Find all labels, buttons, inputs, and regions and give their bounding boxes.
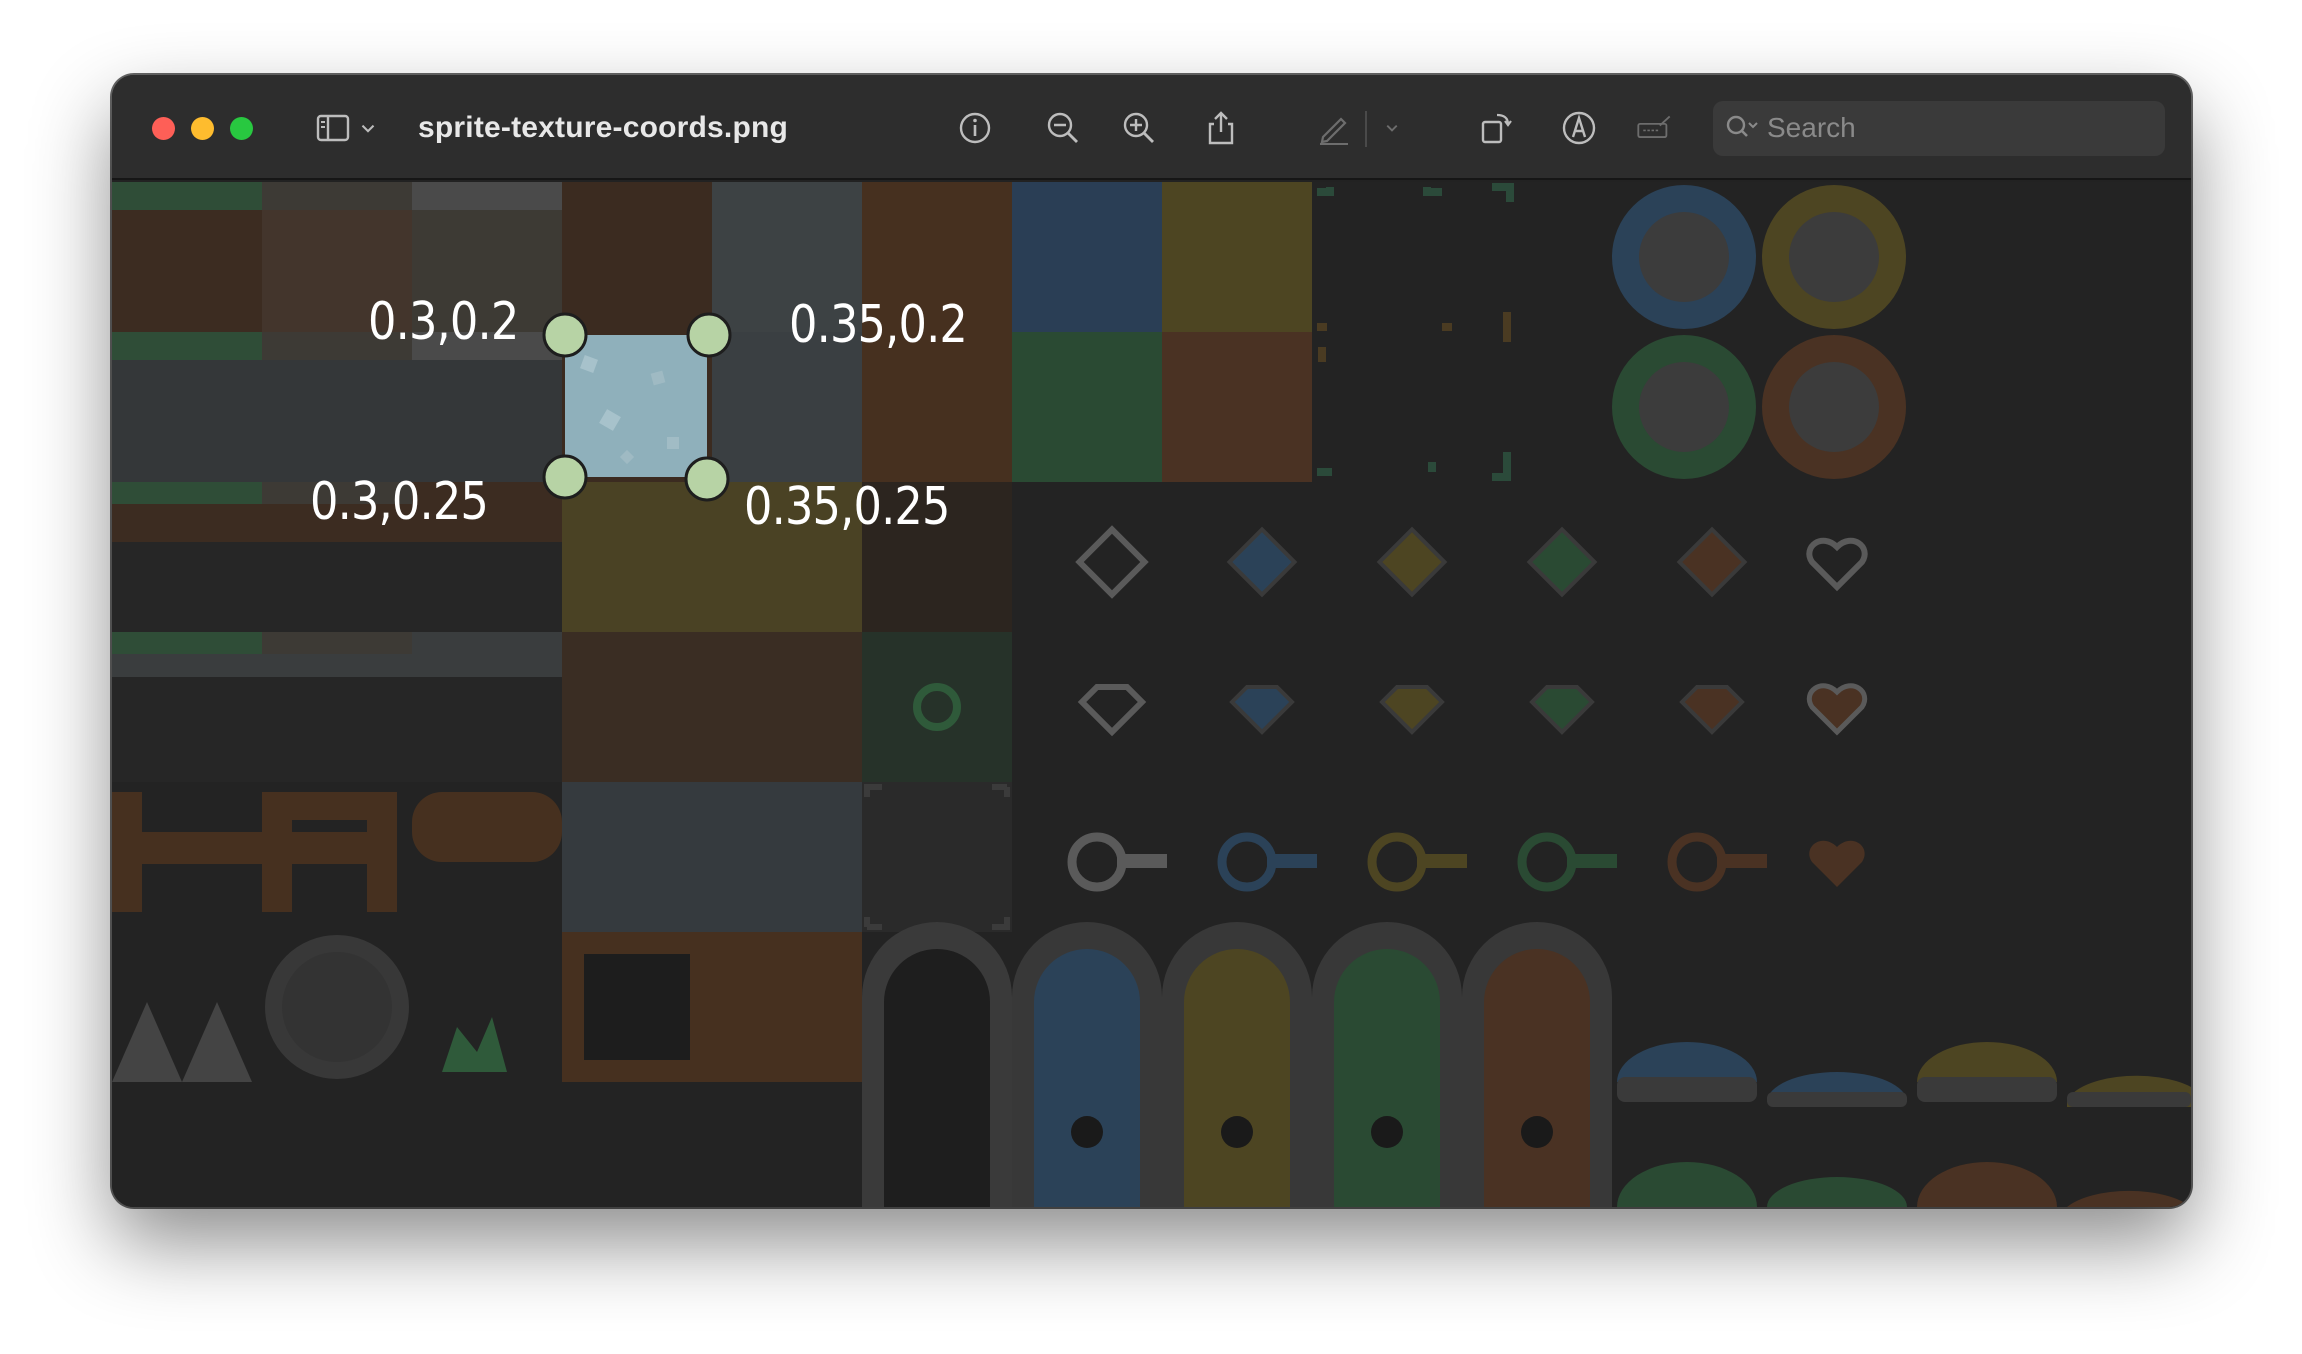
search-icon bbox=[1726, 115, 1758, 137]
chevron-down-icon[interactable] bbox=[353, 105, 383, 151]
document-title: sprite-texture-coords.png bbox=[418, 111, 789, 144]
preview-window: sprite-texture-coords.png Search 0.3,0.2… bbox=[112, 75, 2191, 1207]
close-button[interactable] bbox=[152, 117, 175, 140]
zoom-out-icon[interactable] bbox=[1040, 105, 1086, 151]
handle-top-left[interactable] bbox=[542, 312, 588, 358]
toolbar-divider bbox=[1365, 111, 1367, 147]
coord-label-top-left: 0.3,0.2 bbox=[368, 292, 519, 352]
handle-top-right[interactable] bbox=[686, 312, 732, 358]
handle-bottom-right[interactable] bbox=[684, 456, 730, 502]
share-icon[interactable] bbox=[1198, 105, 1244, 151]
coord-label-top-right: 0.35,0.2 bbox=[789, 295, 968, 355]
image-canvas[interactable]: 0.3,0.2 0.35,0.2 0.3,0.25 0.35,0.25 bbox=[112, 182, 2191, 1207]
minimize-button[interactable] bbox=[191, 117, 214, 140]
maximize-button[interactable] bbox=[230, 117, 253, 140]
handle-bottom-left[interactable] bbox=[542, 454, 588, 500]
title-bar: sprite-texture-coords.png bbox=[112, 75, 2191, 180]
pen-icon[interactable] bbox=[1311, 105, 1357, 151]
markup-circle-icon[interactable] bbox=[1556, 105, 1602, 151]
selected-texture-region bbox=[565, 335, 707, 477]
pen-options-chevron-icon[interactable] bbox=[1377, 105, 1407, 151]
info-icon[interactable] bbox=[952, 105, 998, 151]
zoom-in-icon[interactable] bbox=[1116, 105, 1162, 151]
sidebar-toggle-icon[interactable] bbox=[310, 105, 356, 151]
door-tiles bbox=[862, 922, 1612, 1207]
rotate-icon[interactable] bbox=[1473, 105, 1519, 151]
coord-label-bottom-left: 0.3,0.25 bbox=[310, 472, 489, 532]
coord-label-bottom-right: 0.35,0.25 bbox=[744, 477, 950, 537]
search-input[interactable] bbox=[1767, 107, 2147, 149]
signature-icon[interactable] bbox=[1627, 105, 1681, 151]
search-field[interactable] bbox=[1713, 101, 2165, 156]
